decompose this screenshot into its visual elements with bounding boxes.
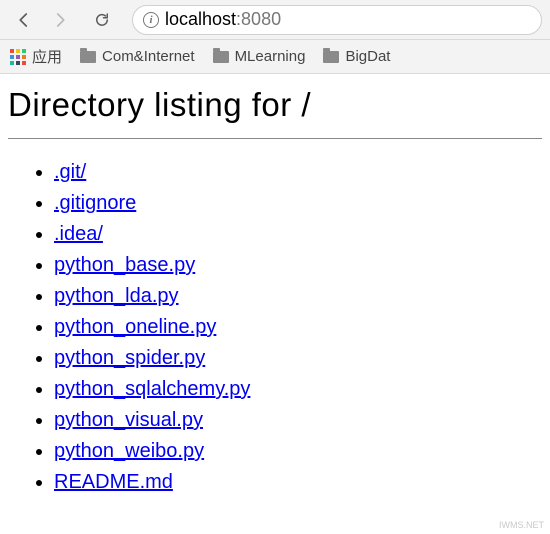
directory-list: .git/ .gitignore .idea/python_base.pypytho… <box>8 157 542 498</box>
horizontal-rule <box>8 138 542 139</box>
directory-link[interactable]: python_visual.py <box>54 409 203 431</box>
folder-icon <box>323 51 339 63</box>
directory-link[interactable]: .idea/ <box>54 223 103 245</box>
back-button[interactable] <box>8 4 40 36</box>
directory-link[interactable]: python_base.py <box>54 254 195 276</box>
arrow-left-icon <box>15 11 33 29</box>
directory-link[interactable]: python_oneline.py <box>54 316 216 338</box>
apps-label: 应用 <box>32 46 62 67</box>
watermark: IWMS.NET <box>499 520 544 530</box>
directory-link[interactable]: README.md <box>54 471 173 493</box>
directory-link[interactable]: python_spider.py <box>54 347 205 369</box>
directory-link[interactable]: python_weibo.py <box>54 440 204 462</box>
page-title: Directory listing for / <box>8 86 542 124</box>
bookmark-folder[interactable]: Com&Internet <box>80 48 195 65</box>
apps-button[interactable]: 应用 <box>10 46 62 67</box>
folder-icon <box>80 51 96 63</box>
browser-toolbar: localhost:8080 <box>0 0 550 40</box>
url-text: localhost:8080 <box>165 9 281 30</box>
list-item: python_sqlalchemy.py <box>54 374 542 405</box>
page-content: Directory listing for / .git/ .gitignore.… <box>0 74 550 504</box>
list-item: .gitignore <box>54 188 542 219</box>
bookmark-label: Com&Internet <box>102 48 195 65</box>
arrow-right-icon <box>51 11 69 29</box>
address-bar[interactable]: localhost:8080 <box>132 5 542 35</box>
directory-link[interactable]: .gitignore <box>54 192 136 214</box>
list-item: README.md <box>54 467 542 498</box>
directory-link[interactable]: python_lda.py <box>54 285 179 307</box>
forward-button[interactable] <box>44 4 76 36</box>
folder-icon <box>213 51 229 63</box>
list-item: .idea/ <box>54 219 542 250</box>
reload-icon <box>93 11 111 29</box>
directory-link[interactable]: python_sqlalchemy.py <box>54 378 250 400</box>
bookmark-folder[interactable]: BigDat <box>323 48 390 65</box>
apps-icon <box>10 49 26 65</box>
list-item: python_spider.py <box>54 343 542 374</box>
url-host: localhost <box>165 9 236 29</box>
list-item: .git/ <box>54 157 542 188</box>
list-item: python_lda.py <box>54 281 542 312</box>
list-item: python_base.py <box>54 250 542 281</box>
bookmark-label: MLearning <box>235 48 306 65</box>
reload-button[interactable] <box>86 4 118 36</box>
url-port: :8080 <box>236 9 281 29</box>
list-item: python_oneline.py <box>54 312 542 343</box>
list-item: python_weibo.py <box>54 436 542 467</box>
directory-link[interactable]: .git/ <box>54 161 86 183</box>
bookmarks-bar: 应用 Com&Internet MLearning BigDat <box>0 40 550 74</box>
list-item: python_visual.py <box>54 405 542 436</box>
bookmark-folder[interactable]: MLearning <box>213 48 306 65</box>
info-icon[interactable] <box>143 12 159 28</box>
bookmark-label: BigDat <box>345 48 390 65</box>
